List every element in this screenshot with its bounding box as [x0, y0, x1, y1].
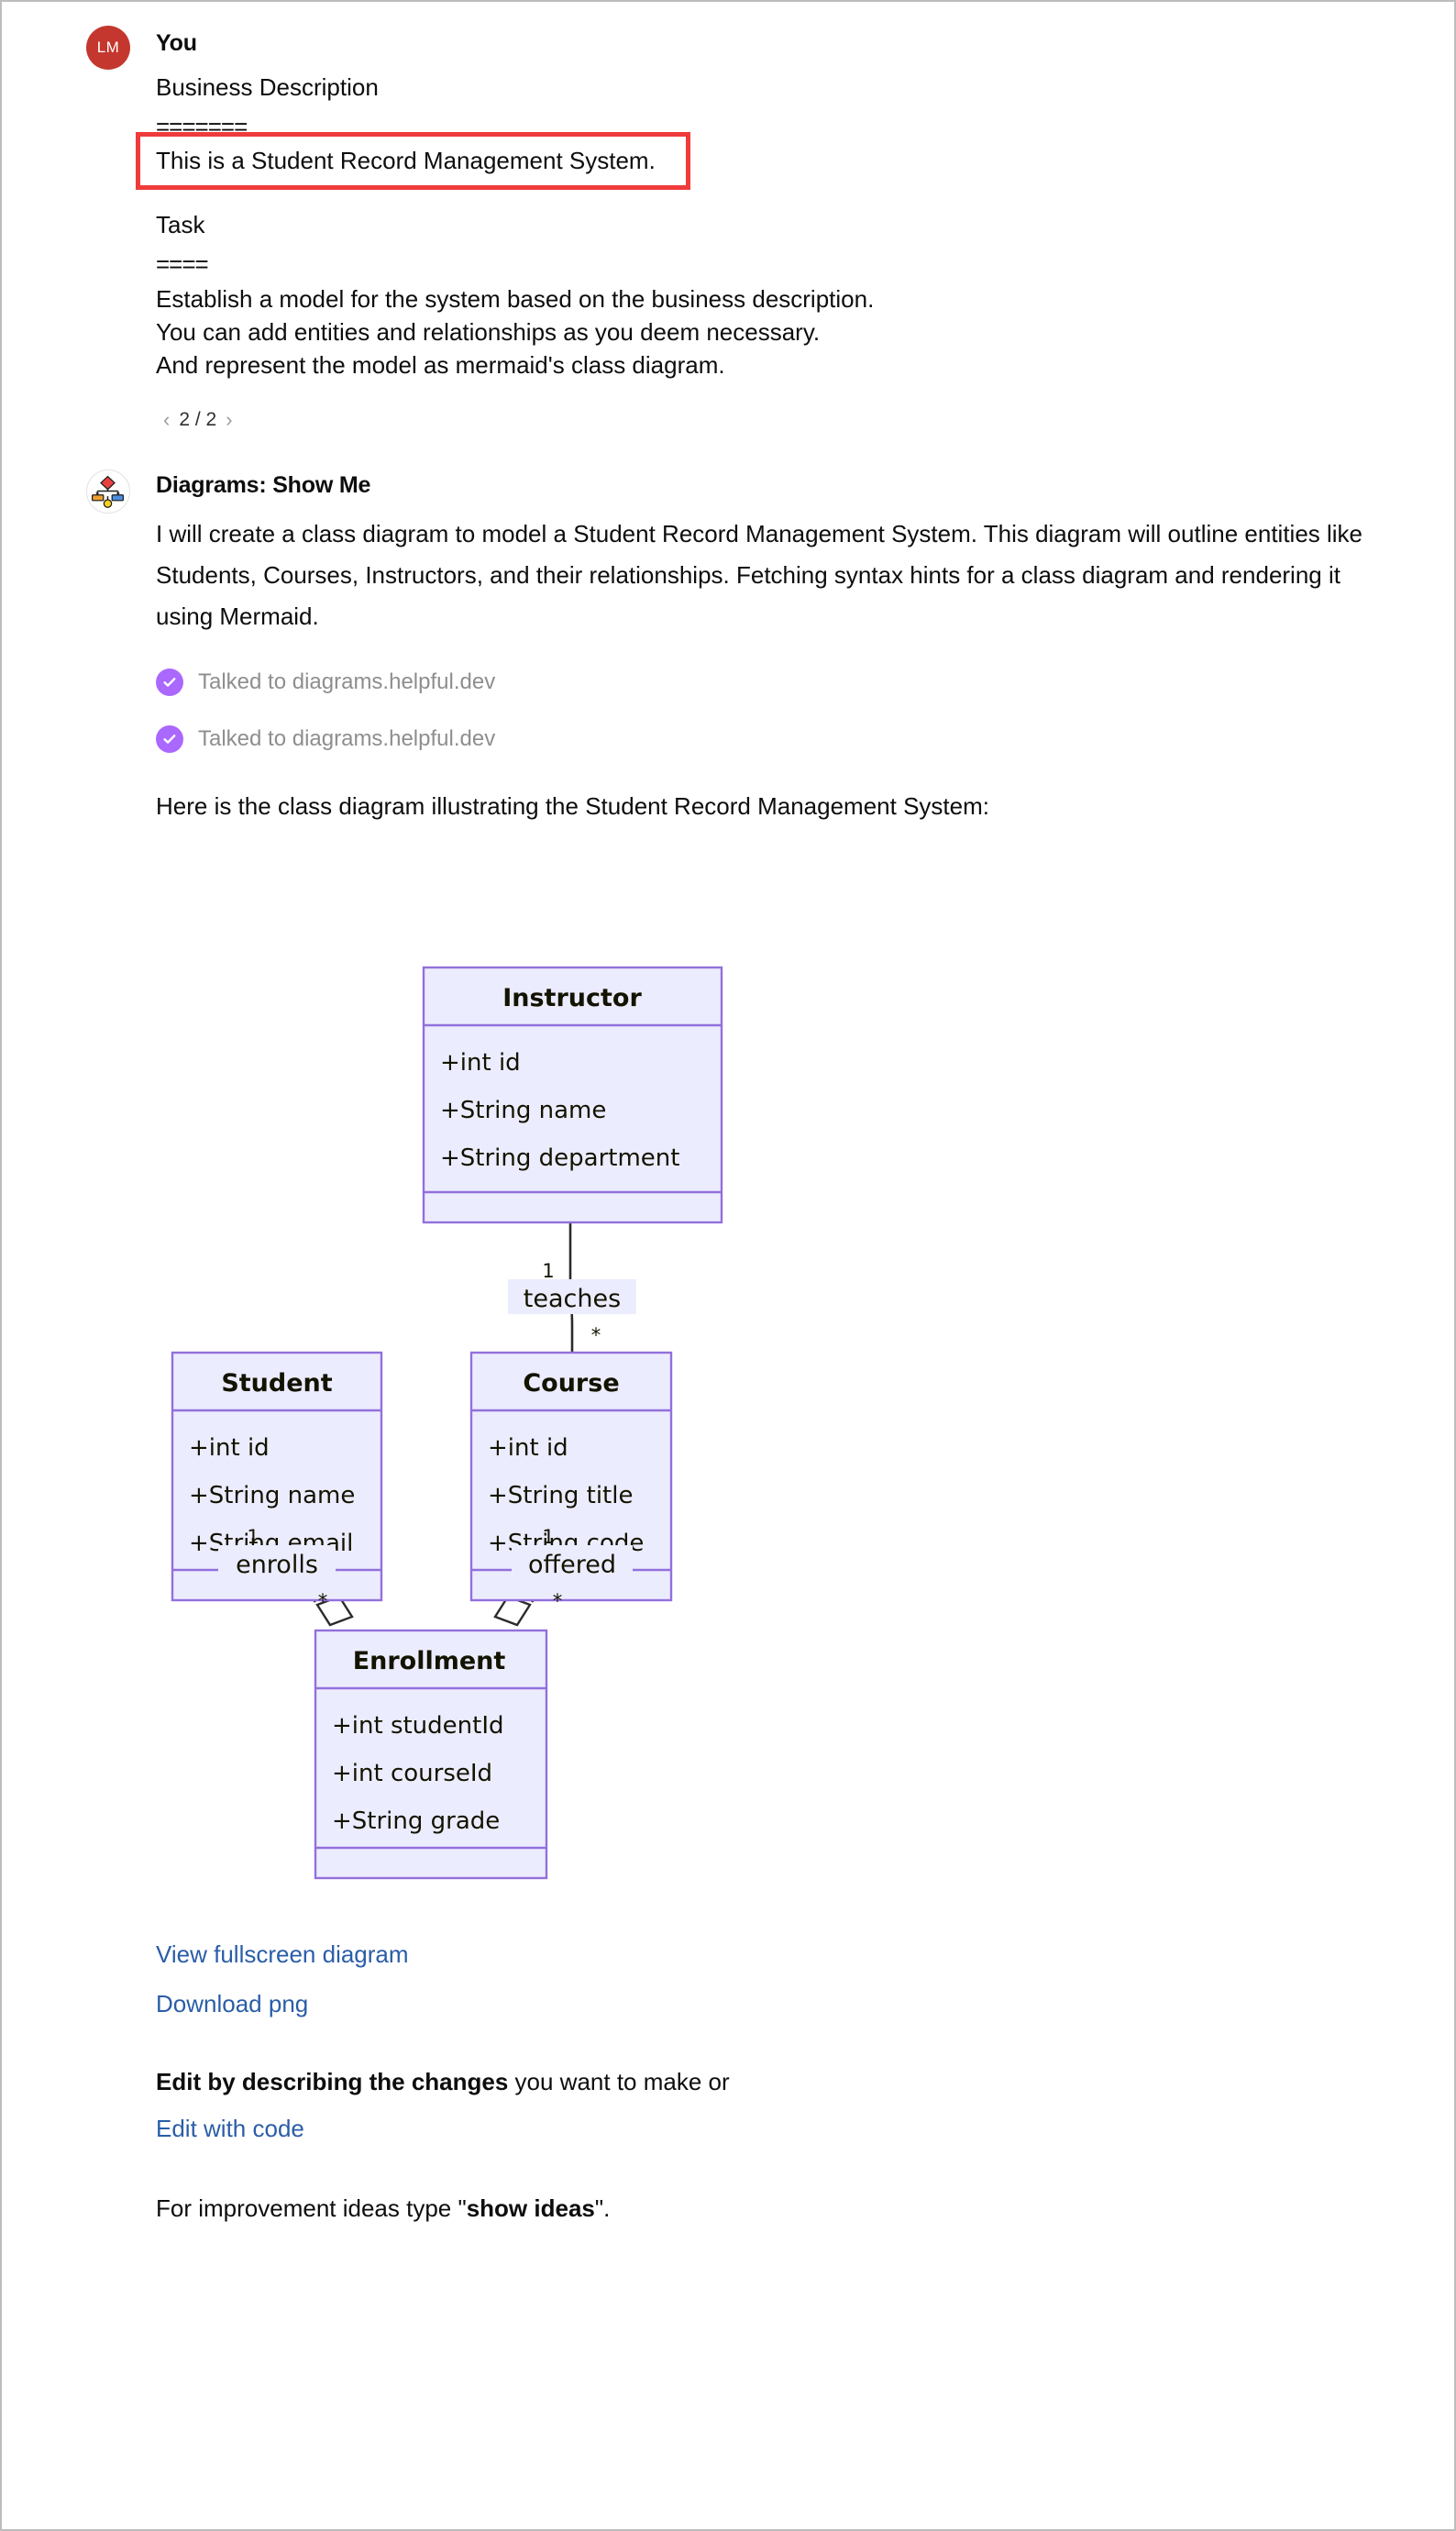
- class-node-instructor: Instructor +int id +String name +String …: [422, 967, 723, 1224]
- class-attribute: +String title: [488, 1482, 633, 1509]
- show-ideas-prefix: For improvement ideas type ": [156, 2194, 467, 2222]
- user-message: LM You Business Description ======= This…: [2, 2, 1454, 431]
- message-counter: 2 / 2: [179, 409, 217, 431]
- show-ideas-hint: For improvement ideas type "show ideas".: [156, 2188, 1366, 2229]
- class-attribute: +int id: [189, 1434, 270, 1462]
- relationship-label: offered: [528, 1551, 616, 1579]
- assistant-message: Diagrams: Show Me I will create a class …: [2, 462, 1454, 826]
- cardinality-to: *: [591, 1324, 601, 1346]
- class-title: Student: [221, 1369, 332, 1398]
- assistant-sender-name: Diagrams: Show Me: [156, 472, 371, 499]
- task-line-3: And represent the model as mermaid's cla…: [156, 350, 725, 379]
- class-attribute: +String grade: [332, 1807, 500, 1835]
- task-line-1: Establish a model for the system based o…: [156, 284, 875, 313]
- task-heading: Task: [156, 211, 205, 239]
- check-circle-icon: [156, 724, 183, 753]
- class-attribute: +int id: [440, 1049, 521, 1077]
- show-ideas-suffix: ".: [594, 2194, 611, 2222]
- class-node-enrollment: Enrollment +int studentId +int courseId …: [314, 1630, 548, 1880]
- avatar: LM: [86, 26, 130, 70]
- edit-prompt: Edit by describing the changes you want …: [156, 2061, 1366, 2103]
- relationship-label: teaches: [524, 1285, 621, 1313]
- diagram-lead-in: Here is the class diagram illustrating t…: [156, 791, 989, 820]
- message-pagination: ‹ 2 / 2 ›: [163, 409, 1454, 431]
- cardinality-from: 1: [542, 1260, 554, 1282]
- business-description-heading: Business Description: [156, 73, 379, 101]
- class-title: Enrollment: [353, 1647, 506, 1675]
- tool-call-label[interactable]: Talked to diagrams.helpful.dev: [198, 726, 495, 752]
- edit-prompt-bold: Edit by describing the changes: [156, 2067, 509, 2095]
- next-message-button[interactable]: ›: [226, 410, 232, 430]
- diagrams-show-me-plugin-icon: [86, 470, 130, 514]
- class-attribute: +String name: [189, 1482, 355, 1509]
- business-description-rule: =======: [156, 112, 248, 140]
- class-diagram[interactable]: Instructor +int id +String name +String …: [2, 867, 1454, 1967]
- class-title: Instructor: [502, 984, 642, 1012]
- chat-page: LM You Business Description ======= This…: [0, 0, 1456, 2531]
- cardinality-from: 1: [542, 1526, 554, 1548]
- class-attribute: +int studentId: [332, 1712, 504, 1740]
- edit-with-code-link[interactable]: Edit with code: [156, 2114, 304, 2144]
- tool-call-row: Talked to diagrams.helpful.dev: [156, 668, 1454, 696]
- download-png-link[interactable]: Download png: [156, 1989, 308, 2019]
- cardinality-to: *: [553, 1590, 563, 1612]
- view-fullscreen-diagram-link[interactable]: View fullscreen diagram: [156, 1940, 409, 1970]
- prev-message-button[interactable]: ‹: [163, 410, 170, 430]
- show-ideas-bold: show ideas: [466, 2194, 595, 2222]
- class-attribute: +int id: [488, 1434, 568, 1462]
- check-circle-icon: [156, 668, 183, 696]
- class-attribute: +String department: [440, 1144, 679, 1172]
- class-attribute: +String name: [440, 1097, 606, 1124]
- tool-call-row: Talked to diagrams.helpful.dev: [156, 724, 1454, 753]
- class-title: Course: [523, 1369, 619, 1398]
- cardinality-to: *: [318, 1590, 328, 1612]
- highlighted-sentence-wrapper: This is a Student Record Management Syst…: [136, 132, 690, 191]
- user-sender-name: You: [156, 30, 197, 56]
- cardinality-from: 1: [247, 1526, 259, 1548]
- assistant-intro-paragraph: I will create a class diagram to model a…: [156, 520, 1363, 630]
- diagram-actions: View fullscreen diagram Download png Edi…: [2, 1940, 1454, 2228]
- task-rule: ====: [156, 250, 209, 279]
- class-attribute: +int courseId: [332, 1760, 492, 1787]
- highlighted-sentence: This is a Student Record Management Syst…: [156, 147, 656, 175]
- tool-call-label[interactable]: Talked to diagrams.helpful.dev: [198, 669, 495, 695]
- edit-prompt-rest: you want to make or: [508, 2067, 730, 2095]
- task-line-2: You can add entities and relationships a…: [156, 317, 821, 346]
- relationship-label: enrolls: [236, 1551, 318, 1579]
